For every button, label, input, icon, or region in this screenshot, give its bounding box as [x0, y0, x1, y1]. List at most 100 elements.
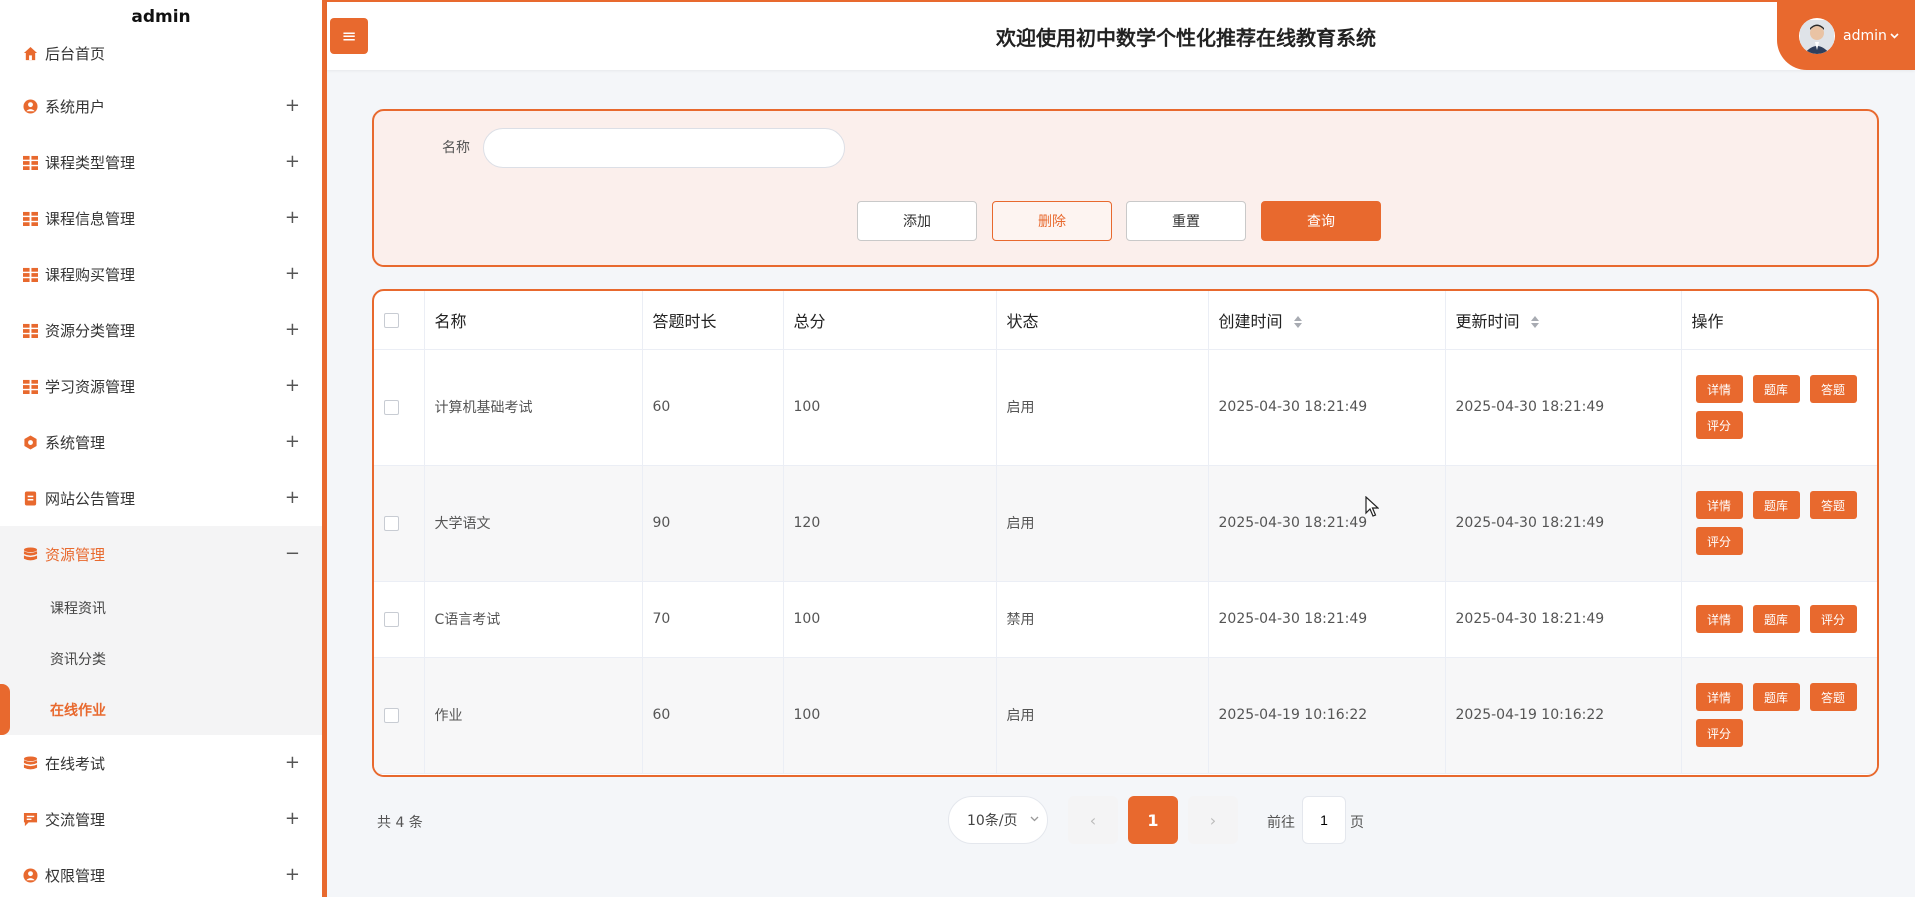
answer-button[interactable]: 答题 [1809, 491, 1857, 519]
answer-button[interactable]: 答题 [1809, 683, 1857, 711]
page-number-button[interactable]: 1 [1128, 796, 1178, 844]
prev-page-button[interactable]: ‹ [1068, 796, 1118, 844]
data-table: 名称 答题时长 总分 状态 创建时间 更新时间 操作 计算机基础考试 60 10… [372, 289, 1879, 777]
row-checkbox[interactable] [384, 399, 399, 415]
expand-icon: + [284, 431, 300, 453]
select-all-checkbox[interactable] [384, 313, 399, 329]
cell-name: 计算机基础考试 [424, 349, 643, 466]
sidebar-item-home[interactable]: 后台首页 [0, 28, 322, 78]
row-checkbox[interactable] [384, 707, 399, 723]
cell-score: 100 [783, 349, 997, 466]
detail-button[interactable]: 详情 [1695, 491, 1743, 519]
table-row: 作业 60 100 启用 2025-04-19 10:16:22 2025-04… [374, 657, 1877, 774]
expand-icon: + [284, 487, 300, 509]
sidebar-item-permission[interactable]: 权限管理 + [0, 847, 322, 897]
submenu-resource-manage: 课程资讯 资讯分类 在线作业 [0, 582, 322, 735]
user-icon [22, 98, 38, 114]
sidebar-item-label: 资源管理 [45, 545, 106, 564]
question-bank-button[interactable]: 题库 [1752, 491, 1800, 519]
mouse-cursor-icon [1365, 495, 1380, 522]
goto-page-input[interactable] [1302, 796, 1346, 844]
user-menu[interactable]: admin [1777, 2, 1915, 70]
row-checkbox[interactable] [384, 515, 399, 531]
cell-score: 100 [783, 581, 997, 658]
sidebar-item-system-manage[interactable]: 系统管理 + [0, 414, 322, 470]
column-header-created[interactable]: 创建时间 [1208, 291, 1446, 350]
sidebar-item-online-exam[interactable]: 在线考试 + [0, 735, 322, 791]
sidebar-item-announcement[interactable]: 网站公告管理 + [0, 470, 322, 526]
question-bank-button[interactable]: 题库 [1752, 683, 1800, 711]
gear-icon [22, 434, 38, 450]
table-row: C语言考试 70 100 禁用 2025-04-30 18:21:49 2025… [374, 581, 1877, 658]
top-header: ≡ 欢迎使用初中数学个性化推荐在线教育系统 admin [327, 0, 1915, 70]
page-size-select[interactable]: 10条/页 [948, 796, 1048, 844]
grade-button[interactable]: 评分 [1695, 527, 1743, 555]
sidebar-subitem-online-homework[interactable]: 在线作业 [0, 684, 322, 735]
column-header-updated[interactable]: 更新时间 [1445, 291, 1682, 350]
grid-icon [22, 322, 38, 338]
sidebar-item-course-purchase[interactable]: 课程购买管理 + [0, 246, 322, 302]
sidebar-item-resource-category[interactable]: 资源分类管理 + [0, 302, 322, 358]
cell-updated: 2025-04-30 18:21:49 [1445, 349, 1682, 466]
next-page-button[interactable]: › [1188, 796, 1238, 844]
sidebar-item-system-users[interactable]: 系统用户 + [0, 78, 322, 134]
name-label: 名称 [442, 140, 470, 156]
sidebar-item-label: 交流管理 [45, 810, 106, 829]
sidebar-subitem-news-category[interactable]: 资讯分类 [0, 633, 322, 684]
home-icon [22, 45, 38, 61]
sidebar-item-resource-manage[interactable]: 资源管理 − [0, 526, 322, 582]
expand-icon: + [284, 319, 300, 341]
column-header-label: 更新时间 [1455, 311, 1520, 331]
sidebar-subitem-course-news[interactable]: 课程资讯 [0, 582, 322, 633]
column-header-score: 总分 [783, 291, 997, 350]
question-bank-button[interactable]: 题库 [1752, 375, 1800, 403]
answer-button[interactable]: 答题 [1809, 375, 1857, 403]
grade-button[interactable]: 评分 [1695, 719, 1743, 747]
reset-button[interactable]: 重置 [1126, 201, 1246, 241]
sidebar-item-course-type[interactable]: 课程类型管理 + [0, 134, 322, 190]
expand-icon: + [284, 95, 300, 117]
cell-score: 100 [783, 657, 997, 774]
cell-name: 作业 [424, 657, 643, 774]
delete-button[interactable]: 删除 [992, 201, 1112, 241]
grid-icon [22, 210, 38, 226]
cell-actions: 详情 题库 评分 [1681, 581, 1877, 658]
sort-icon[interactable] [1293, 316, 1302, 329]
sidebar-item-communication[interactable]: 交流管理 + [0, 791, 322, 847]
detail-button[interactable]: 详情 [1695, 605, 1743, 633]
detail-button[interactable]: 详情 [1695, 375, 1743, 403]
column-header-duration: 答题时长 [642, 291, 784, 350]
expand-icon: + [284, 151, 300, 173]
chevron-down-icon [1890, 31, 1899, 42]
detail-button[interactable]: 详情 [1695, 683, 1743, 711]
document-icon [22, 490, 38, 506]
query-button[interactable]: 查询 [1261, 201, 1381, 241]
cell-duration: 60 [642, 657, 784, 774]
cell-actions: 详情 题库 答题 评分 [1681, 349, 1877, 466]
expand-icon: + [284, 207, 300, 229]
cell-status: 启用 [996, 465, 1209, 582]
table-row: 大学语文 90 120 启用 2025-04-30 18:21:49 2025-… [374, 465, 1877, 582]
sort-icon[interactable] [1530, 316, 1539, 329]
add-button[interactable]: 添加 [857, 201, 977, 241]
column-header-label: 创建时间 [1218, 311, 1283, 331]
table-header-row: 名称 答题时长 总分 状态 创建时间 更新时间 操作 [374, 291, 1877, 350]
expand-icon: + [284, 864, 300, 886]
sidebar-item-learning-resource[interactable]: 学习资源管理 + [0, 358, 322, 414]
search-panel: 名称 添加 删除 重置 查询 [372, 109, 1879, 267]
cell-updated: 2025-04-19 10:16:22 [1445, 657, 1682, 774]
cell-actions: 详情 题库 答题 评分 [1681, 465, 1877, 582]
name-search-input[interactable] [483, 128, 845, 168]
sidebar-item-label: 课程信息管理 [45, 209, 136, 228]
cell-duration: 90 [642, 465, 784, 582]
sidebar-item-course-info[interactable]: 课程信息管理 + [0, 190, 322, 246]
database-icon [22, 755, 38, 771]
cell-name: C语言考试 [424, 581, 643, 658]
cell-duration: 60 [642, 349, 784, 466]
sidebar-item-label: 系统管理 [45, 433, 106, 452]
grade-button[interactable]: 评分 [1695, 411, 1743, 439]
sidebar-item-label: 课程类型管理 [45, 153, 136, 172]
question-bank-button[interactable]: 题库 [1752, 605, 1800, 633]
row-checkbox[interactable] [384, 611, 399, 627]
grade-button[interactable]: 评分 [1809, 605, 1857, 633]
